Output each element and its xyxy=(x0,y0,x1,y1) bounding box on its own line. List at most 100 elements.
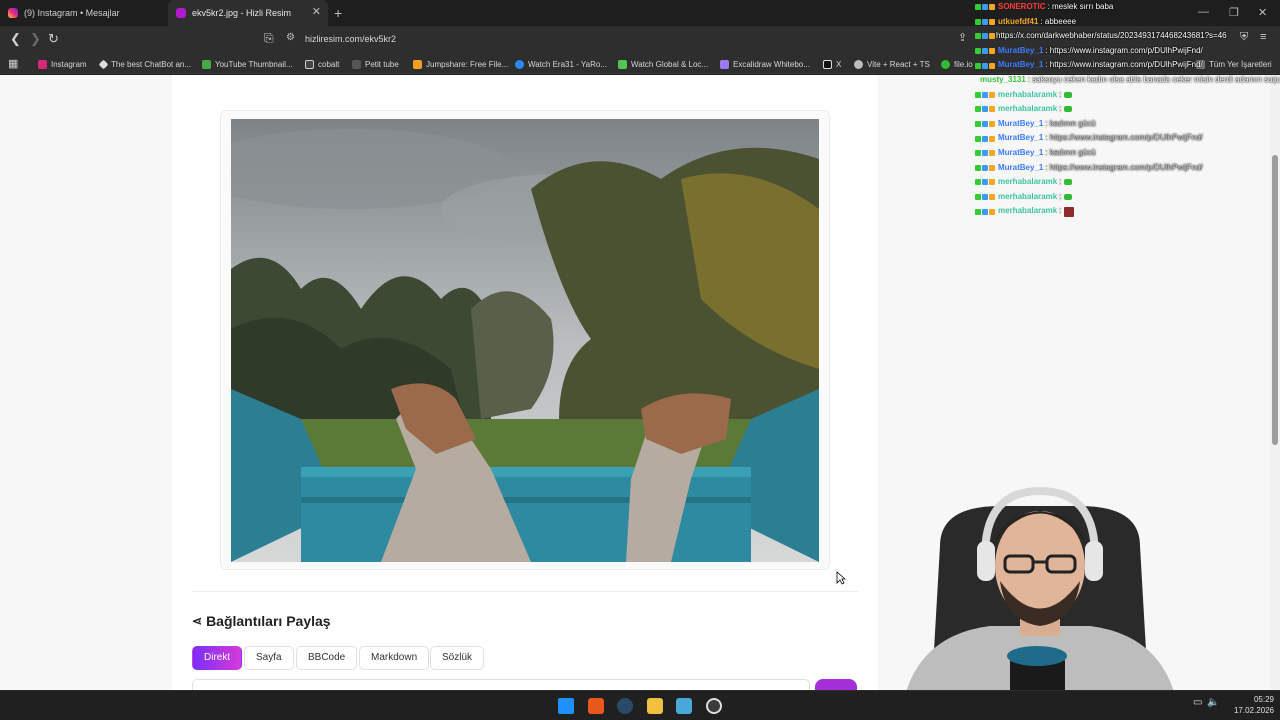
reload-icon[interactable]: ↻ xyxy=(48,31,59,47)
chat-emote-icon xyxy=(1064,194,1073,201)
chat-username: MuratBey_1 xyxy=(998,133,1044,143)
chat-message: utkuefdf41: abbeeee xyxy=(975,15,1280,30)
bookmark-item[interactable]: Petit tube xyxy=(352,57,399,71)
hizliresim-icon xyxy=(176,8,186,18)
chat-badge-icon xyxy=(989,150,995,157)
chat-badge-icon xyxy=(982,4,988,11)
tab-hizliresim[interactable]: ekv5kr2.jpg - Hizli Resim ✕ xyxy=(168,0,328,26)
bookmark-item[interactable]: Vite + React + TS xyxy=(854,57,930,71)
chat-username: MuratBey_1 xyxy=(998,60,1044,70)
chat-message: MuratBey_1: https://www.instagram.com/p/… xyxy=(975,161,1280,176)
petit-tube-icon xyxy=(352,59,361,69)
webcam-illustration xyxy=(900,486,1180,720)
file-explorer-icon[interactable] xyxy=(647,698,663,714)
bookmark-item[interactable]: Watch Era31 - YaRo... xyxy=(515,57,607,71)
bookmark-item[interactable]: Excalidraw Whitebo... xyxy=(720,57,810,71)
chat-badge-icon xyxy=(975,121,981,128)
start-icon[interactable] xyxy=(558,698,574,714)
system-clock[interactable]: 05:29 17.02.2026 xyxy=(1218,694,1274,716)
chat-emote-icon xyxy=(1064,106,1073,113)
chat-badge-icon xyxy=(975,208,981,215)
chat-badge-icon xyxy=(975,194,981,201)
chat-badge-icon xyxy=(982,194,988,201)
chat-badge-icon xyxy=(989,4,995,11)
tab-markdown[interactable]: Markdown xyxy=(359,646,430,670)
chat-username: MuratBey_1 xyxy=(998,45,1044,55)
chat-badge-icon xyxy=(975,91,981,98)
divider xyxy=(192,591,858,592)
chat-badge-icon xyxy=(989,62,995,69)
chat-username: merhabalaramk xyxy=(998,206,1058,216)
thumbnail-icon xyxy=(202,59,211,69)
forward-icon[interactable]: ❯ xyxy=(30,31,41,47)
bookmark-item[interactable]: The best ChatBot an... xyxy=(98,57,191,71)
chat-text: : saksoyu ceken kadın olsa abla banada c… xyxy=(1027,74,1280,84)
steam-icon[interactable] xyxy=(617,698,633,714)
chat-badge-icon xyxy=(982,150,988,157)
chat-badge-icon xyxy=(975,62,981,69)
chat-badge-icon xyxy=(975,164,981,171)
vite-icon xyxy=(854,59,863,69)
chat-badge-icon xyxy=(982,62,988,69)
chat-username: SONEROTIC xyxy=(998,2,1046,11)
bookmark-item[interactable]: cobalt xyxy=(305,57,339,71)
chat-badge-icon xyxy=(982,48,988,55)
chat-badge-icon xyxy=(989,121,995,128)
apps-grid-icon[interactable]: ▦ xyxy=(8,57,18,70)
bookmark-item[interactable]: Jumpshare: Free File... xyxy=(413,57,508,71)
tab-instagram[interactable]: (9) Instagram • Mesajlar xyxy=(0,0,168,26)
chat-badge-icon xyxy=(989,135,995,142)
era31-icon xyxy=(515,59,524,69)
close-tab-icon[interactable]: ✕ xyxy=(312,7,321,18)
link-field[interactable] xyxy=(192,679,810,690)
bookmark-item[interactable]: YouTube Thumbnail... xyxy=(202,57,293,71)
bookmark-item[interactable]: file.io xyxy=(941,57,973,71)
url-field[interactable]: ⎘ ⚙ hizliresim.com/ekv5kr2 xyxy=(250,29,990,50)
chat-text: : https://www.instagram.com/p/DUlhPwijFn… xyxy=(1045,60,1203,70)
chat-username: merhabalaramk xyxy=(998,177,1058,187)
network-icon[interactable]: ▭ xyxy=(1193,697,1202,708)
bookmark-item[interactable]: Watch Global & Loc... xyxy=(618,57,708,71)
tab-sozluk[interactable]: Sözlük xyxy=(430,646,485,670)
chat-badge-icon xyxy=(975,150,981,157)
chat-badge-icon xyxy=(975,179,981,186)
chat-badge-icon xyxy=(982,106,988,113)
new-tab-button[interactable]: + xyxy=(334,5,342,21)
url-text: hizliresim.com/ekv5kr2 xyxy=(305,34,397,44)
bookmark-item[interactable]: Instagram xyxy=(38,57,87,71)
app-icon[interactable] xyxy=(676,698,692,714)
x-icon xyxy=(823,59,832,69)
chat-username: merhabalaramk xyxy=(998,191,1058,201)
site-info-icon[interactable]: ⚙ xyxy=(286,32,295,43)
tab-bbcode[interactable]: BBCode xyxy=(296,646,358,670)
obs-icon[interactable] xyxy=(706,698,722,714)
tab-label: ekv5kr2.jpg - Hizli Resim xyxy=(192,8,292,18)
chat-badge-icon xyxy=(989,179,995,186)
chat-text: : abbeeee xyxy=(1040,16,1077,26)
chat-badge-icon xyxy=(989,194,995,201)
image-preview-card xyxy=(220,110,830,570)
tab-direkt[interactable]: Direkt xyxy=(192,646,243,670)
chat-message: SONEROTIC: meslek sırrı baba xyxy=(975,0,1280,15)
copy-button[interactable] xyxy=(815,679,857,690)
chat-message: merhabalaramk: xyxy=(975,102,1280,117)
stream-chat-overlay: SONEROTIC: meslek sırrı baba utkuefdf41: … xyxy=(975,0,1280,230)
bookmark-item[interactable]: X xyxy=(823,57,841,71)
back-icon[interactable]: ❮ xyxy=(10,31,21,47)
chat-badge-icon xyxy=(989,164,995,171)
chat-text: : https://www.instagram.com/p/DUlhPwijFn… xyxy=(1045,162,1203,172)
bookmark-icon[interactable]: ⎘ xyxy=(264,31,274,46)
chat-badge-icon xyxy=(975,48,981,55)
share-page-icon[interactable]: ⇪ xyxy=(958,31,967,44)
photo-illustration xyxy=(231,119,819,562)
chat-badge-icon xyxy=(989,91,995,98)
tab-sayfa[interactable]: Sayfa xyxy=(244,646,294,670)
chat-badge-icon xyxy=(982,18,988,25)
brave-browser-icon[interactable] xyxy=(588,698,604,714)
share-icon: ⋖ xyxy=(192,614,203,628)
chat-username: MuratBey_1 xyxy=(998,162,1044,172)
chat-text: : https://www.instagram.com/p/DUlhPwijFn… xyxy=(1045,133,1203,143)
jumpshare-icon xyxy=(413,59,422,69)
uploaded-photo[interactable] xyxy=(231,119,819,562)
chat-username: musty_3131 xyxy=(980,74,1026,84)
